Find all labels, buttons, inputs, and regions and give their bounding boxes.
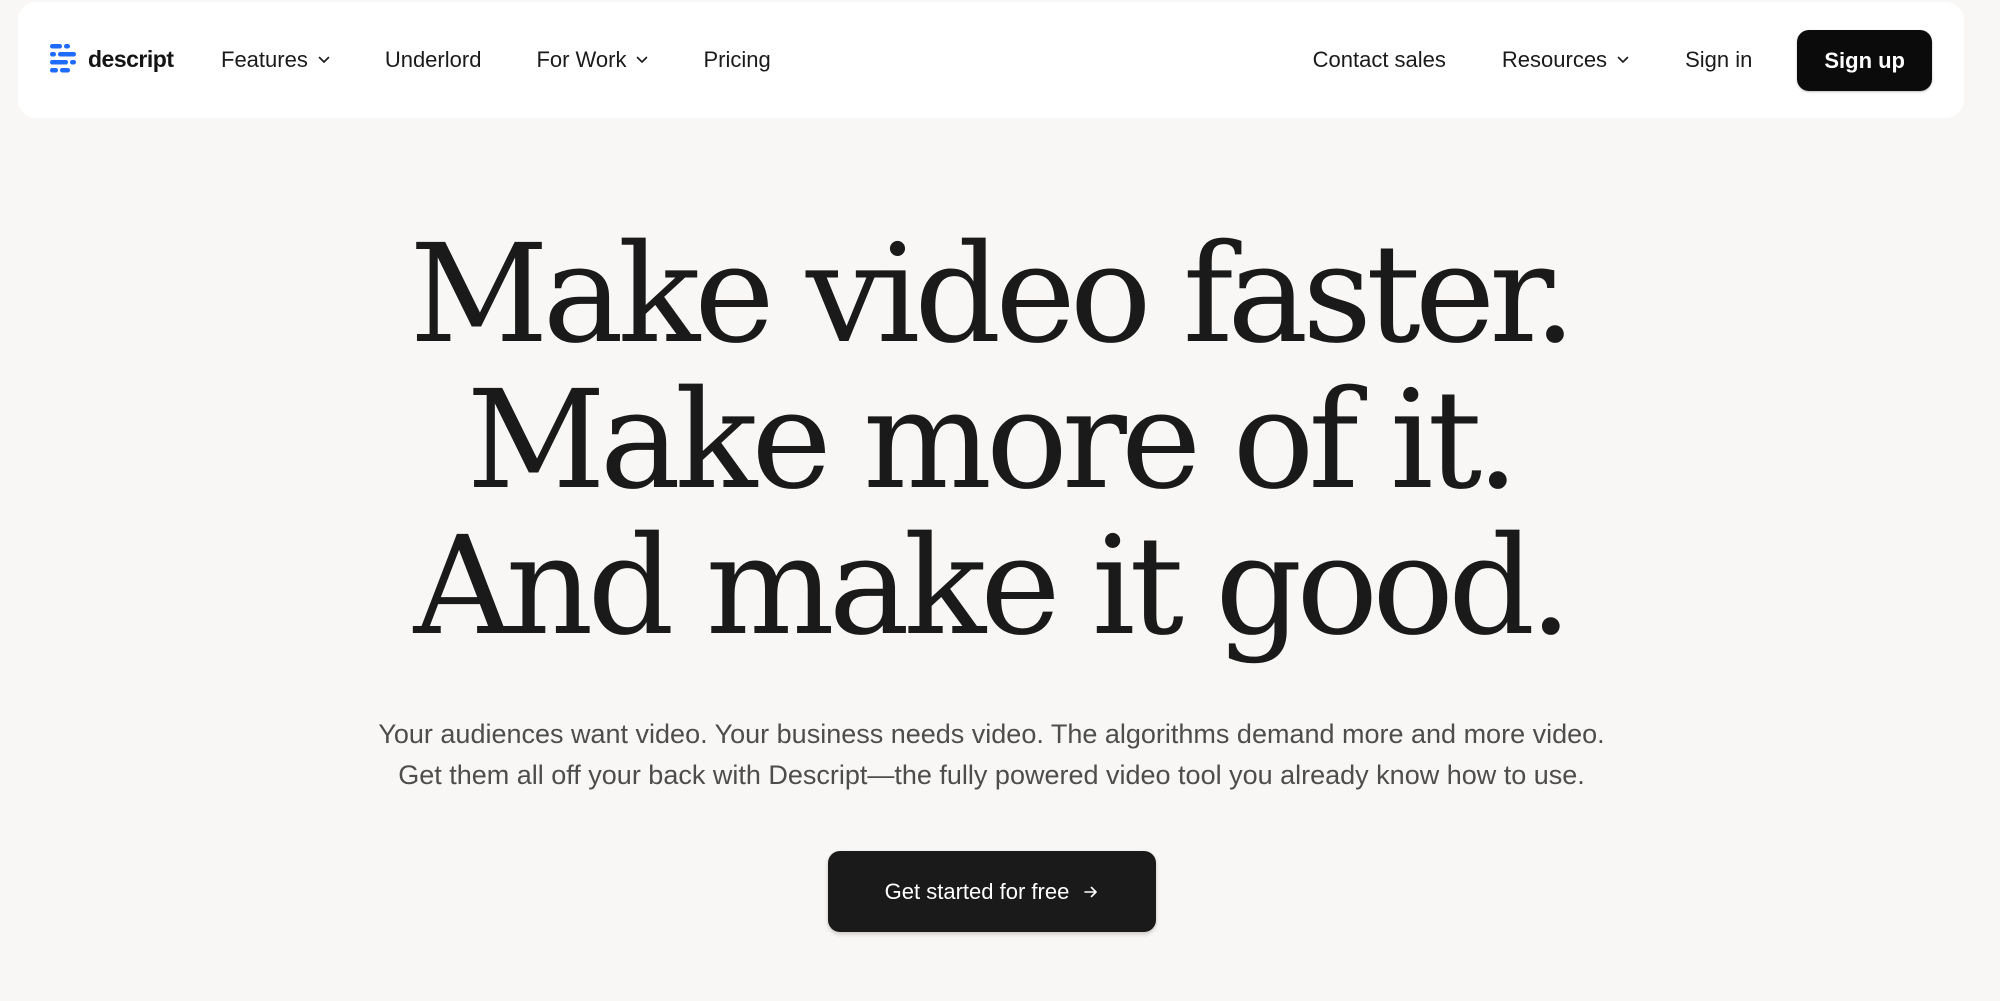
nav-item-label: Contact sales bbox=[1312, 47, 1446, 72]
headline-line-2: Make more of it. bbox=[466, 362, 1520, 520]
nav-item-resources[interactable]: Resources bbox=[1502, 47, 1629, 73]
hero-headline: Make video faster. Make more of it. And … bbox=[0, 222, 1980, 660]
primary-nav: Features Underlord For Work Pricing bbox=[221, 2, 771, 118]
nav-item-contact-sales[interactable]: Contact sales bbox=[1313, 47, 1446, 73]
brand-name: descript bbox=[88, 45, 174, 72]
descript-logo[interactable]: descript bbox=[50, 43, 174, 75]
nav-item-label: Features bbox=[221, 47, 308, 72]
subtext-line-2: Get them all off your back with Descript… bbox=[398, 760, 1585, 790]
nav-item-features[interactable]: Features bbox=[221, 47, 330, 73]
nav-item-label: For Work bbox=[536, 47, 627, 72]
subtext-line-1: Your audiences want video. Your business… bbox=[378, 719, 1605, 749]
nav-item-label: Underlord bbox=[384, 47, 482, 72]
nav-item-label: Resources bbox=[1501, 47, 1608, 72]
top-navigation-bar: descript Features Underlord For Work Pri… bbox=[18, 2, 1964, 118]
chevron-down-icon bbox=[1617, 56, 1629, 63]
sign-up-button[interactable]: Sign up bbox=[1797, 29, 1932, 91]
nav-item-sign-in[interactable]: Sign in bbox=[1685, 47, 1752, 73]
chevron-down-icon bbox=[637, 56, 648, 63]
nav-item-underlord[interactable]: Underlord bbox=[385, 47, 482, 73]
nav-item-label: Sign in bbox=[1685, 47, 1753, 72]
nav-item-for-work[interactable]: For Work bbox=[536, 47, 648, 73]
headline-line-3: And make it good. bbox=[413, 508, 1573, 666]
get-started-label: Get started for free bbox=[884, 878, 1070, 904]
nav-item-pricing[interactable]: Pricing bbox=[703, 47, 770, 73]
secondary-nav: Contact sales Resources Sign in Sign up bbox=[1313, 2, 1932, 118]
chevron-down-icon bbox=[318, 56, 330, 63]
headline-line-1: Make video faster. bbox=[409, 216, 1576, 374]
hero-subtext: Your audiences want video. Your business… bbox=[0, 714, 1983, 796]
get-started-button[interactable]: Get started for free bbox=[828, 851, 1156, 932]
nav-item-label: Pricing bbox=[703, 47, 771, 72]
descript-logo-icon bbox=[50, 44, 76, 73]
arrow-right-icon bbox=[1084, 886, 1098, 897]
